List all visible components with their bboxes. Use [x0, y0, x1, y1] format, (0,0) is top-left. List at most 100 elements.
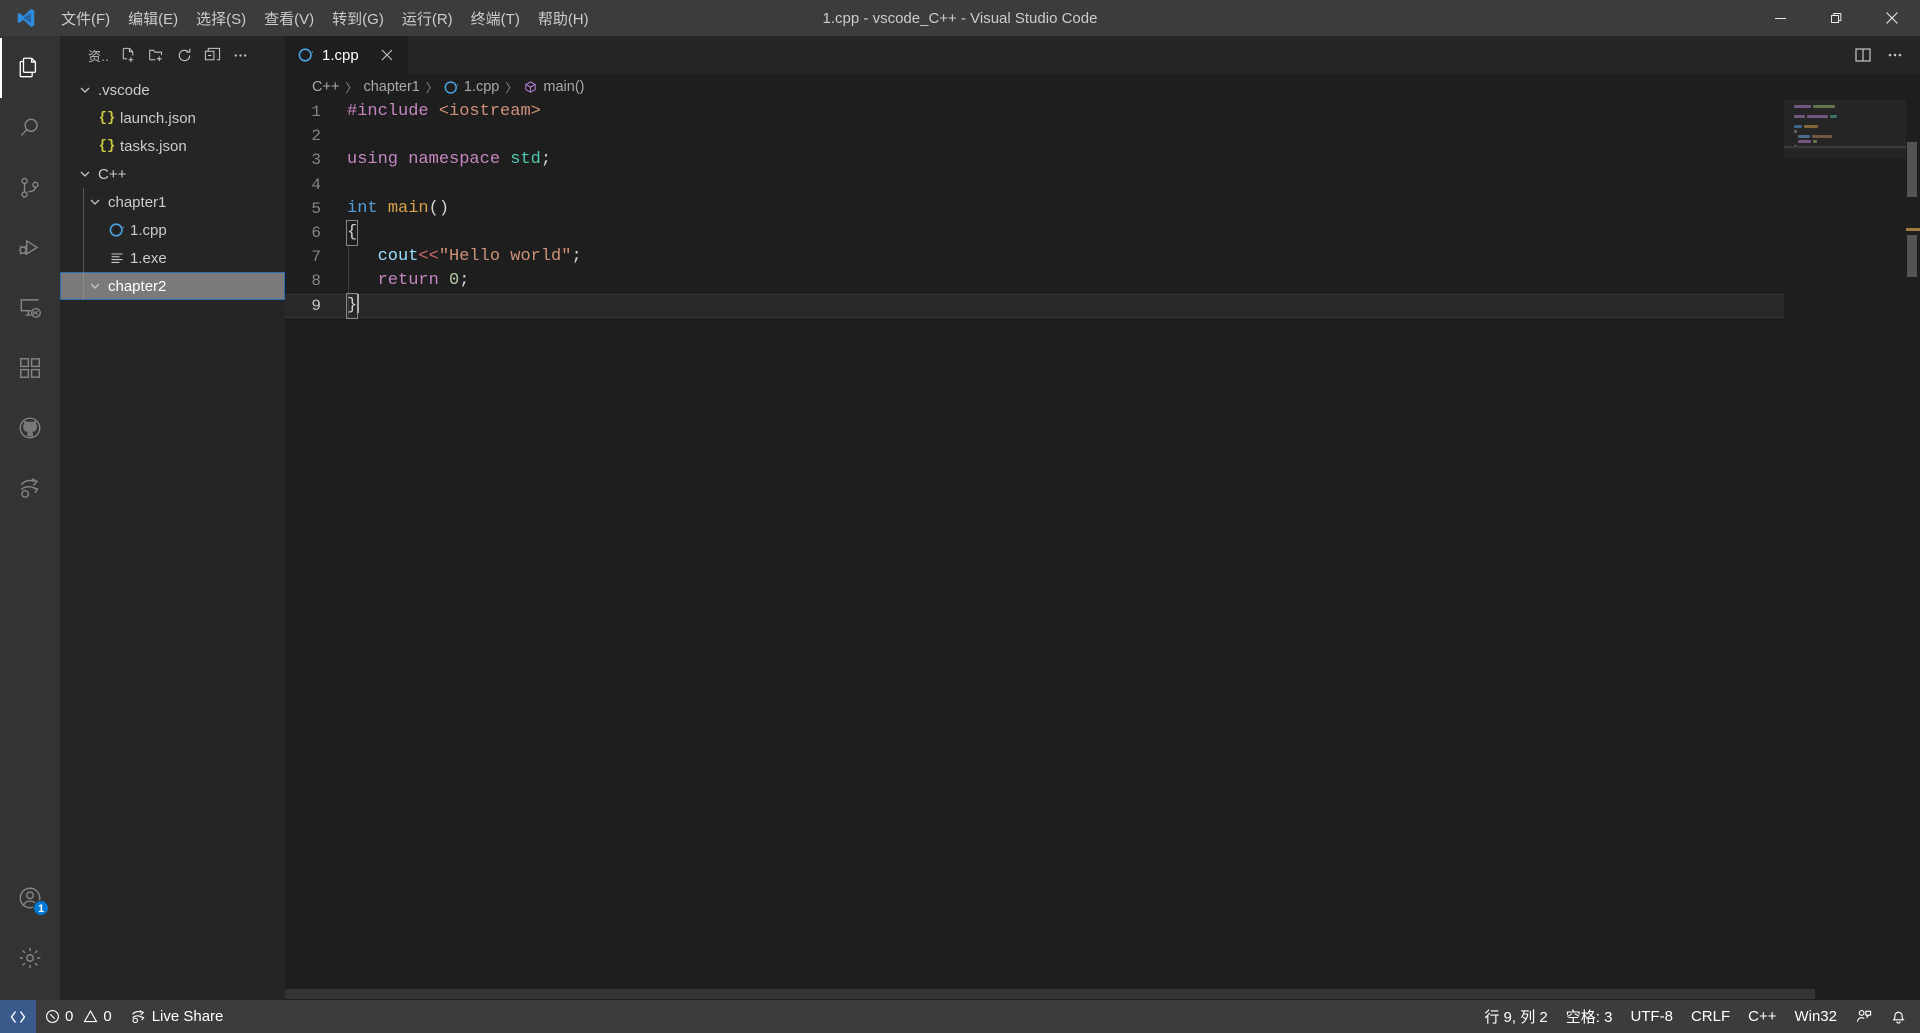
vscode-logo — [0, 7, 52, 29]
tab-1-cpp[interactable]: 1.cpp — [285, 36, 409, 74]
code-line-1: 1 #include <iostream> — [285, 100, 1784, 124]
cpp-file-icon — [444, 80, 459, 95]
code-content[interactable]: 1 #include <iostream> 2 3 using namespac… — [285, 100, 1784, 986]
collapse-all-icon[interactable] — [199, 42, 225, 68]
chevron-right-icon: 〉 — [345, 80, 358, 95]
json-file-icon: {} — [98, 110, 116, 126]
minimap[interactable] — [1784, 100, 1906, 986]
menu-help[interactable]: 帮助(H) — [529, 0, 598, 36]
indent-guide — [83, 188, 84, 216]
more-actions-icon[interactable] — [1880, 40, 1910, 70]
editor-vertical-scrollbar[interactable] — [1906, 100, 1920, 986]
cursor-position-status[interactable]: 行 9, 列 2 — [1475, 1000, 1556, 1033]
tree-row-launch-json[interactable]: {} launch.json — [60, 104, 285, 132]
title-bar: 文件(F) 编辑(E) 选择(S) 查看(V) 转到(G) 运行(R) 终端(T… — [0, 0, 1920, 36]
line-text: int main() — [347, 198, 450, 218]
run-debug-icon[interactable] — [0, 218, 60, 278]
code-line-9: 9 } — [285, 292, 1784, 319]
explorer-icon[interactable] — [0, 38, 60, 98]
manage-gear-icon[interactable] — [0, 928, 60, 988]
split-editor-icon[interactable] — [1848, 40, 1878, 70]
current-line-highlight — [285, 293, 1784, 318]
line-number: 3 — [311, 151, 321, 170]
menu-terminal[interactable]: 终端(T) — [462, 0, 529, 36]
indentation-status[interactable]: 空格: 3 — [1557, 1000, 1622, 1033]
live-share-icon — [130, 1008, 147, 1025]
new-folder-icon[interactable] — [143, 42, 169, 68]
chevron-down-icon[interactable] — [84, 195, 106, 209]
symbol-method-icon — [523, 80, 538, 95]
language-mode-status[interactable]: C++ — [1739, 1000, 1785, 1033]
tree-row-vscode[interactable]: .vscode — [60, 76, 285, 104]
cpp-file-icon — [297, 47, 315, 63]
remote-explorer-icon[interactable] — [0, 278, 60, 338]
extensions-icon[interactable] — [0, 338, 60, 398]
code-editor[interactable]: 1 #include <iostream> 2 3 using namespac… — [285, 100, 1920, 986]
status-bar: 0 0 Live Share 行 9, 列 2 空格: 3 UTF-8 CRLF… — [0, 1000, 1920, 1033]
breadcrumb-item-cpp[interactable]: C++ — [312, 79, 339, 95]
scrollbar-thumb-horizontal[interactable] — [285, 989, 1815, 999]
scrollbar-thumb[interactable] — [1907, 142, 1917, 197]
live-share-icon[interactable] — [0, 458, 60, 518]
status-bar-right: 行 9, 列 2 空格: 3 UTF-8 CRLF C++ Win32 — [1475, 1000, 1920, 1033]
menu-selection[interactable]: 选择(S) — [187, 0, 255, 36]
source-control-icon[interactable] — [0, 158, 60, 218]
account-icon[interactable]: 1 — [0, 868, 60, 928]
live-share-status[interactable]: Live Share — [121, 1000, 233, 1033]
line-number: 2 — [311, 127, 321, 146]
menu-run[interactable]: 运行(R) — [393, 0, 462, 36]
tree-label: .vscode — [98, 81, 150, 99]
tree-label: tasks.json — [120, 137, 187, 155]
tab-label: 1.cpp — [322, 46, 359, 64]
close-button[interactable] — [1864, 0, 1920, 36]
menu-bar: 文件(F) 编辑(E) 选择(S) 查看(V) 转到(G) 运行(R) 终端(T… — [52, 0, 598, 36]
restore-button[interactable] — [1808, 0, 1864, 36]
tree-row-1-exe[interactable]: 1.exe — [60, 244, 285, 272]
tree-row-cpp-folder[interactable]: C++ — [60, 160, 285, 188]
tree-row-chapter2[interactable]: chapter2 — [60, 272, 285, 300]
code-line-7: 7 cout<<"Hello world"; — [285, 245, 1784, 269]
tree-row-1-cpp[interactable]: 1.cpp — [60, 216, 285, 244]
editor-horizontal-scrollbar[interactable] — [285, 986, 1920, 1000]
explorer-title: 资.. — [88, 48, 110, 64]
more-actions-icon[interactable] — [227, 42, 253, 68]
eol-status[interactable]: CRLF — [1682, 1000, 1739, 1033]
refresh-icon[interactable] — [171, 42, 197, 68]
menu-go[interactable]: 转到(G) — [323, 0, 393, 36]
error-circle-icon — [45, 1009, 60, 1024]
minimap-slider[interactable] — [1784, 100, 1906, 158]
window-controls — [1752, 0, 1920, 36]
breadcrumb-item-main[interactable]: main() — [523, 79, 584, 95]
github-icon[interactable] — [0, 398, 60, 458]
close-icon[interactable] — [376, 44, 398, 66]
chevron-down-icon[interactable] — [84, 279, 106, 293]
minimize-button[interactable] — [1752, 0, 1808, 36]
tree-row-chapter1[interactable]: chapter1 — [60, 188, 285, 216]
line-number: 1 — [311, 103, 321, 121]
chevron-down-icon[interactable] — [74, 83, 96, 97]
search-icon[interactable] — [0, 98, 60, 158]
platform-status[interactable]: Win32 — [1785, 1000, 1846, 1033]
bell-icon[interactable] — [1881, 1000, 1916, 1033]
breadcrumb: C++ 〉 chapter1 〉 1.cpp 〉 main() — [285, 74, 1920, 100]
feedback-icon[interactable] — [1846, 1000, 1881, 1033]
chevron-down-icon[interactable] — [74, 167, 96, 181]
scrollbar-thumb-secondary[interactable] — [1907, 235, 1917, 277]
line-number: 8 — [311, 272, 321, 291]
tree-row-tasks-json[interactable]: {} tasks.json — [60, 132, 285, 160]
code-line-2: 2 — [285, 124, 1784, 148]
line-text: using namespace std; — [347, 150, 552, 170]
encoding-status[interactable]: UTF-8 — [1621, 1000, 1682, 1033]
problems-status[interactable]: 0 0 — [36, 1000, 121, 1033]
remote-window-icon[interactable] — [0, 1000, 36, 1033]
menu-view[interactable]: 查看(V) — [255, 0, 323, 36]
line-number: 6 — [311, 223, 321, 242]
menu-file[interactable]: 文件(F) — [52, 0, 119, 36]
breadcrumb-item-1-cpp[interactable]: 1.cpp — [444, 79, 499, 95]
code-lines: 1 #include <iostream> 2 3 using namespac… — [285, 100, 1784, 319]
menu-edit[interactable]: 编辑(E) — [119, 0, 187, 36]
new-file-icon[interactable] — [115, 42, 141, 68]
breadcrumb-item-chapter1[interactable]: chapter1 — [363, 79, 419, 95]
warning-triangle-icon — [83, 1009, 98, 1024]
tree-label: chapter1 — [108, 193, 167, 211]
